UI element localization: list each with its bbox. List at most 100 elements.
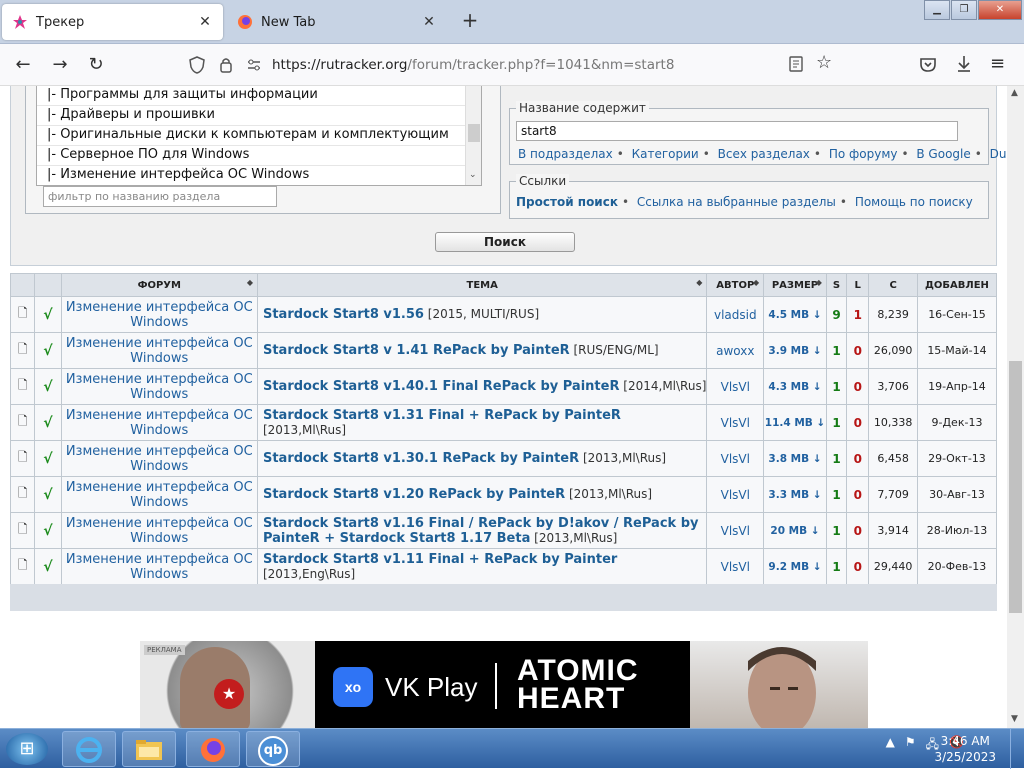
header-forum[interactable]: ФОРУМ ◆ [60, 273, 258, 297]
author-link[interactable]: VlsVl [706, 368, 765, 405]
tab-close-icon[interactable]: ✕ [197, 14, 213, 30]
size-download-link[interactable]: 9.2 MB ↓ [763, 548, 827, 585]
forum-link[interactable]: Изменение интерфейса ОС Windows [60, 476, 258, 513]
simple-search-link[interactable]: Простой поиск [516, 195, 618, 209]
lock-icon[interactable] [219, 56, 233, 77]
size-download-link[interactable]: 4.3 MB ↓ [763, 368, 827, 405]
file-icon[interactable]: 🗋 [9, 548, 36, 585]
header-topic[interactable]: ТЕМА ◆ [256, 273, 708, 297]
header-added[interactable]: ДОБАВЛЕН [916, 273, 998, 297]
category-option[interactable]: |- Оригинальные диски к компьютерам и ко… [37, 126, 481, 146]
author-link[interactable]: VlsVl [706, 476, 765, 513]
bookmark-star-icon[interactable]: ☆ [816, 52, 832, 73]
permissions-icon[interactable] [246, 56, 262, 77]
size-download-link[interactable]: 4.5 MB ↓ [763, 296, 827, 333]
firefox-icon[interactable] [186, 731, 240, 767]
forward-arrow-icon[interactable]: → [49, 54, 71, 76]
scope-link-categories[interactable]: Категории [632, 147, 699, 161]
shield-icon[interactable] [189, 56, 205, 77]
search-query-input[interactable]: start8 [516, 121, 958, 141]
header-completed[interactable]: C [868, 273, 918, 297]
author-link[interactable]: vladsid [706, 296, 765, 333]
topic-title-link[interactable]: Stardock Start8 v1.16 Final / RePack by … [263, 516, 699, 546]
scope-link-google[interactable]: В Google [916, 147, 970, 161]
forum-link[interactable]: Изменение интерфейса ОС Windows [60, 440, 258, 477]
size-download-link[interactable]: 11.4 MB ↓ [763, 404, 827, 441]
app-menu-icon[interactable]: ≡ [990, 53, 1005, 74]
header-author[interactable]: АВТОР ◆ [706, 273, 765, 297]
downloads-icon[interactable] [956, 55, 972, 76]
header-seeds[interactable]: S [825, 273, 848, 297]
forum-link[interactable]: Изменение интерфейса ОС Windows [60, 332, 258, 369]
new-tab-plus-icon[interactable]: + [459, 10, 481, 32]
back-arrow-icon[interactable]: ← [12, 54, 34, 76]
category-option[interactable]: |- Драйверы и прошивки [37, 106, 481, 126]
topic-title-link[interactable]: Stardock Start8 v1.20 RePack by PainteR [263, 487, 565, 502]
forum-link[interactable]: Изменение интерфейса ОС Windows [60, 368, 258, 405]
maximize-icon[interactable]: ❐ [951, 0, 977, 20]
start-button-windows-icon[interactable]: ⊞ [6, 733, 48, 765]
size-download-link[interactable]: 3.3 MB ↓ [763, 476, 827, 513]
topic-title-link[interactable]: Stardock Start8 v1.40.1 Final RePack by … [263, 379, 620, 394]
show-desktop-button[interactable] [1010, 729, 1024, 769]
scroll-down-icon[interactable]: ▼ [1011, 714, 1018, 724]
category-scrollbar[interactable]: ⌄ [465, 86, 481, 185]
action-center-flag-icon[interactable]: ⚑ [905, 735, 916, 756]
file-icon[interactable]: 🗋 [9, 332, 36, 369]
category-option[interactable]: |- Программы для защиты информации [37, 86, 481, 106]
author-link[interactable]: VlsVl [706, 548, 765, 585]
selected-sections-link[interactable]: Ссылка на выбранные разделы [637, 195, 836, 209]
file-icon[interactable]: 🗋 [9, 404, 36, 441]
file-icon[interactable]: 🗋 [9, 368, 36, 405]
file-icon[interactable]: 🗋 [9, 296, 36, 333]
author-link[interactable]: VlsVl [706, 404, 765, 441]
forum-link[interactable]: Изменение интерфейса ОС Windows [60, 404, 258, 441]
size-download-link[interactable]: 20 MB ↓ [763, 512, 827, 549]
forum-link[interactable]: Изменение интерфейса ОС Windows [60, 296, 258, 333]
category-option[interactable]: |- Изменение интерфейса ОС Windows [37, 166, 481, 185]
scroll-down-chevron-icon[interactable]: ⌄ [469, 170, 477, 180]
author-link[interactable]: VlsVl [706, 440, 765, 477]
topic-title-link[interactable]: Stardock Start8 v1.30.1 RePack by Painte… [263, 451, 579, 466]
topic-title-link[interactable]: Stardock Start8 v1.56 [263, 307, 424, 322]
tab-new-tab[interactable]: New Tab ✕ [227, 4, 447, 40]
category-select[interactable]: |- Программы для защиты информации |- Др… [36, 86, 482, 186]
minimize-icon[interactable]: ▁ [924, 0, 950, 20]
file-icon[interactable]: 🗋 [9, 440, 36, 477]
tray-expand-icon[interactable]: ▲ [886, 735, 895, 756]
tab-close-icon[interactable]: ✕ [421, 14, 437, 30]
author-link[interactable]: awoxx [706, 332, 765, 369]
topic-title-link[interactable]: Stardock Start8 v1.31 Final + RePack by … [263, 408, 621, 423]
pocket-icon[interactable] [920, 56, 936, 75]
topic-title-link[interactable]: Stardock Start8 v 1.41 RePack by PainteR [263, 343, 570, 358]
header-leechers[interactable]: L [846, 273, 870, 297]
window-close-icon[interactable]: ✕ [978, 0, 1022, 20]
header-size[interactable]: РАЗМЕР ◆ [763, 273, 827, 297]
search-button[interactable]: Поиск [435, 232, 575, 252]
scope-link-all-sections[interactable]: Всех разделах [718, 147, 810, 161]
internet-explorer-icon[interactable] [62, 731, 116, 767]
forum-link[interactable]: Изменение интерфейса ОС Windows [60, 548, 258, 585]
file-icon[interactable]: 🗋 [9, 512, 36, 549]
url-text[interactable]: https://rutracker.org/forum/tracker.php?… [272, 57, 674, 73]
reader-view-icon[interactable] [789, 56, 803, 75]
size-download-link[interactable]: 3.8 MB ↓ [763, 440, 827, 477]
search-help-link[interactable]: Помощь по поиску [855, 195, 973, 209]
author-link[interactable]: VlsVl [706, 512, 765, 549]
topic-title-link[interactable]: Stardock Start8 v1.11 Final + RePack by … [263, 552, 617, 567]
forum-link[interactable]: Изменение интерфейса ОС Windows [60, 512, 258, 549]
reload-icon[interactable]: ↻ [85, 54, 107, 76]
scope-link-forum[interactable]: По форуму [829, 147, 898, 161]
scope-link-subsections[interactable]: В подразделах [518, 147, 613, 161]
page-scrollbar[interactable]: ▲ ▼ [1007, 86, 1024, 728]
qbittorrent-icon[interactable]: qb [246, 731, 300, 767]
tab-tracker[interactable]: Трекер ✕ [2, 4, 223, 40]
category-scroll-thumb[interactable] [468, 124, 480, 142]
advertisement-banner[interactable]: ★ РЕКЛАМА xo VK Play ATOMIC HEART [140, 641, 868, 728]
file-icon[interactable]: 🗋 [9, 476, 36, 513]
size-download-link[interactable]: 3.9 MB ↓ [763, 332, 827, 369]
scroll-up-icon[interactable]: ▲ [1011, 88, 1018, 98]
file-explorer-icon[interactable] [122, 731, 176, 767]
address-bar[interactable]: https://rutracker.org/forum/tracker.php?… [180, 50, 844, 80]
system-clock[interactable]: 3:46 AM 3/25/2023 [934, 733, 996, 765]
